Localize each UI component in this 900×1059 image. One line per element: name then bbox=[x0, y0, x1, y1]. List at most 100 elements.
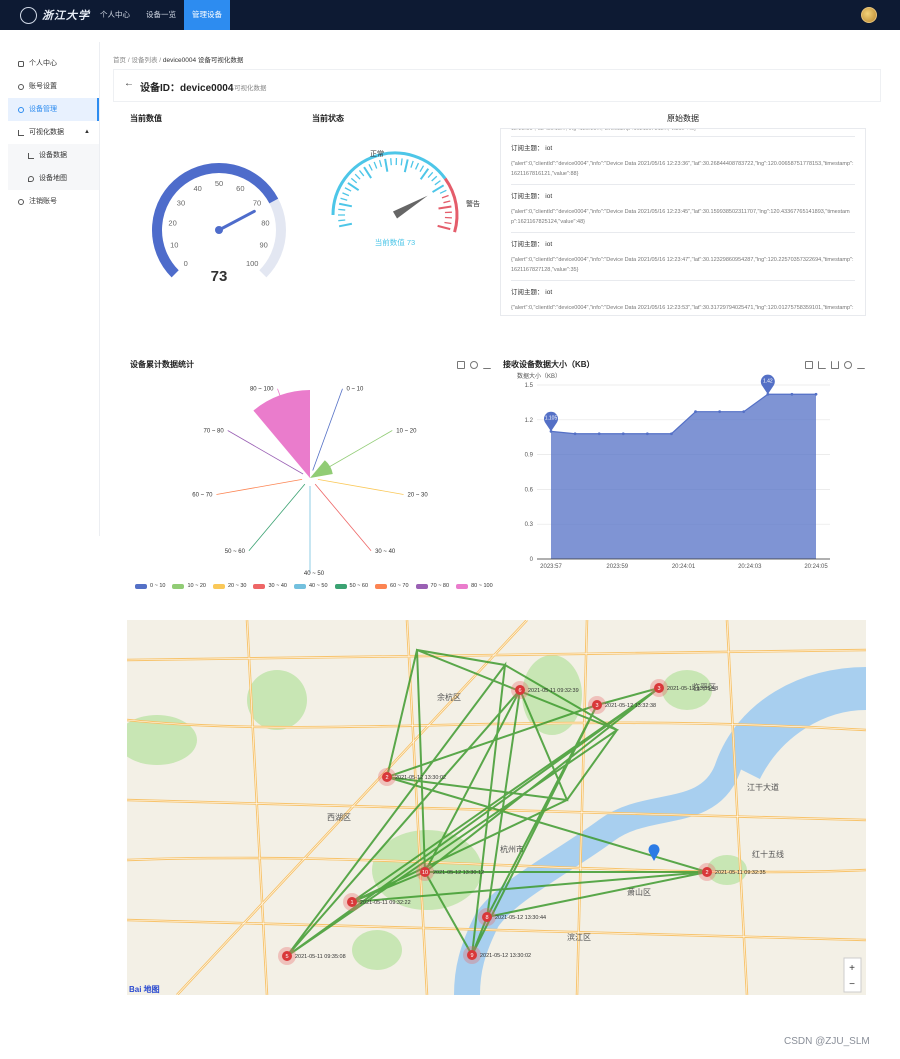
legend-item[interactable]: 50 ~ 60 bbox=[334, 583, 369, 589]
area-y-tick: 1.5 bbox=[525, 383, 534, 389]
back-arrow-icon[interactable]: ← bbox=[124, 78, 134, 89]
value-gauge: 0 10 20 30 40 50 60 70 80 90100 73 bbox=[152, 163, 286, 285]
legend-item[interactable]: 60 ~ 70 bbox=[375, 583, 409, 589]
sidebar-item-visual-data[interactable]: 可视化数据 ▲ bbox=[8, 121, 99, 144]
legend-swatch bbox=[294, 583, 306, 589]
area-point bbox=[597, 432, 601, 436]
gauge-tick-label: 90 bbox=[260, 241, 268, 250]
status-tick bbox=[438, 205, 452, 210]
breadcrumb-current: device0004 设备可视化数据 bbox=[162, 57, 244, 64]
legend-item[interactable]: 30 ~ 40 bbox=[253, 583, 287, 589]
status-tick bbox=[441, 194, 449, 199]
rose-toolbox bbox=[457, 361, 491, 369]
rose-label-line bbox=[216, 478, 303, 495]
page-title: 设备ID：device0004 bbox=[140, 83, 234, 94]
map-marker-count: 8 bbox=[485, 915, 488, 921]
rose-legend: 0 ~ 10 10 ~ 20 20 ~ 30 30 ~ 40 40 ~ 50 50 ~ 6… bbox=[135, 583, 493, 589]
map-place-label: 滨江区 bbox=[567, 932, 591, 942]
legend-item[interactable]: 0 ~ 10 bbox=[135, 583, 165, 589]
restore-icon[interactable] bbox=[470, 361, 478, 369]
breadcrumb-device-list[interactable]: 设备列表 bbox=[131, 57, 157, 64]
gauge-tick-label: 40 bbox=[193, 184, 201, 193]
rose-slice-label: 70 ~ 80 bbox=[204, 429, 225, 435]
sidebar-item-personal-center[interactable]: 个人中心 bbox=[8, 52, 99, 75]
legend-swatch bbox=[334, 583, 347, 589]
rose-slice bbox=[253, 390, 310, 478]
area-marker-label: 1.105 bbox=[545, 415, 558, 421]
legend-swatch bbox=[253, 583, 266, 589]
map-canvas[interactable]: 杭州市江干大道红十五线临平区萧山区滨江区西湖区余杭区1 2021-05-11 09… bbox=[127, 620, 866, 995]
legend-item[interactable]: 70 ~ 80 bbox=[415, 583, 450, 589]
chevron-up-icon: ▲ bbox=[84, 129, 90, 135]
map-logo: Bai 地图 bbox=[129, 984, 160, 994]
gauge-tick-label: 10 bbox=[170, 241, 178, 250]
status-tick bbox=[419, 165, 425, 173]
area-y-tick: 1.2 bbox=[525, 418, 534, 424]
map-marker-count: 3 bbox=[595, 703, 598, 709]
legend-swatch bbox=[172, 583, 185, 589]
sidebar-item-label: 设备数据 bbox=[39, 152, 67, 159]
sidebar-item-device-management[interactable]: 设备管理 bbox=[8, 98, 99, 121]
raw-topic: 订阅主题： iot bbox=[511, 145, 553, 152]
map-marker-count: 3 bbox=[657, 686, 660, 692]
nav-manage-devices[interactable]: 管理设备 bbox=[184, 0, 230, 30]
legend-item[interactable]: 20 ~ 30 bbox=[212, 583, 246, 589]
device-map[interactable]: 杭州市 江干大道 红十五线 临平区 萧山区 滨江区 西湖区 余杭区 1 2021-05-11 09… bbox=[127, 620, 866, 995]
sidebar-item-device-map[interactable]: 设备地图 bbox=[8, 167, 99, 190]
data-view-icon[interactable] bbox=[457, 361, 465, 369]
legend-item[interactable]: 40 ~ 50 bbox=[294, 583, 328, 589]
map-place-label: 江干大道 bbox=[747, 782, 779, 792]
status-tick bbox=[439, 189, 447, 194]
raw-data-title: 原始数据 bbox=[667, 114, 699, 123]
map-marker-count: 2 bbox=[385, 775, 388, 781]
gear-icon bbox=[18, 83, 24, 90]
user-avatar[interactable] bbox=[861, 7, 877, 23]
device-icon bbox=[18, 106, 24, 113]
legend-item[interactable]: 80 ~ 100 bbox=[456, 583, 493, 589]
breadcrumb-separator: / bbox=[159, 57, 162, 64]
raw-json: {"alert":0,"clientId":"device0004","info… bbox=[511, 305, 854, 311]
rose-chart-title: 设备累计数据统计 bbox=[130, 360, 194, 369]
raw-data-list[interactable]: 12:23:31","lat":30.18...,"lng":120.20...… bbox=[500, 128, 866, 316]
sidebar-item-logout[interactable]: 注销账号 bbox=[8, 190, 99, 213]
map-marker-count: 9 bbox=[470, 953, 473, 959]
status-tick bbox=[338, 208, 346, 211]
area-x-tick: 20:24:01 bbox=[672, 564, 696, 570]
sidebar-item-device-data[interactable]: 设备数据 bbox=[8, 144, 99, 167]
map-marker-label: 2021-05-11 09:32:22 bbox=[360, 900, 411, 906]
logo-text: 浙江大学 bbox=[42, 9, 90, 22]
breadcrumb-separator: / bbox=[127, 57, 130, 64]
nav-personal-center[interactable]: 个人中心 bbox=[92, 0, 138, 30]
sidebar-item-label: 可视化数据 bbox=[29, 129, 64, 136]
legend-label: 70 ~ 80 bbox=[430, 583, 450, 589]
legend-item[interactable]: 10 ~ 20 bbox=[172, 583, 206, 589]
legend-swatch bbox=[456, 583, 469, 589]
status-tick bbox=[354, 173, 361, 180]
status-tick bbox=[414, 162, 420, 170]
map-marker-count: 6 bbox=[518, 688, 521, 694]
rose-slice-label: 50 ~ 60 bbox=[225, 549, 246, 555]
legend-label: 50 ~ 60 bbox=[349, 583, 369, 589]
sidebar-item-account-settings[interactable]: 账号设置 bbox=[8, 75, 99, 98]
breadcrumb-home[interactable]: 首页 bbox=[113, 57, 126, 64]
nav-device-list[interactable]: 设备一览 bbox=[138, 0, 184, 30]
area-x-tick: 2023:57 bbox=[540, 564, 562, 570]
legend-label: 80 ~ 100 bbox=[471, 583, 493, 589]
area-x-tick: 20:24:03 bbox=[738, 564, 762, 570]
raw-data-entry: 订阅主题： iot {"alert":0,"clientId":"device0… bbox=[511, 233, 855, 281]
current-status-title: 当前状态 bbox=[312, 114, 344, 123]
rose-chart: 0 ~ 10 10 ~ 20 20 ~ 30 30 ~ 40 40 ~ 50 50 ~ 6… bbox=[192, 387, 428, 577]
sidebar-item-label: 个人中心 bbox=[29, 60, 57, 67]
status-gauge: 正常警告当前数值 73 bbox=[331, 149, 480, 247]
rose-label-line bbox=[314, 483, 372, 552]
download-icon[interactable] bbox=[483, 361, 491, 369]
map-place-label: 余杭区 bbox=[437, 692, 461, 702]
map-marker-label: 2021-05-12 13:30:02 bbox=[480, 953, 531, 959]
university-logo[interactable]: 浙江大学 bbox=[20, 6, 90, 24]
map-marker-label: 2021-05-12 13:32:38 bbox=[605, 703, 656, 709]
legend-label: 40 ~ 50 bbox=[309, 583, 328, 589]
map-park bbox=[352, 930, 402, 970]
area-y-tick: 0.9 bbox=[525, 453, 534, 459]
map-marker-label: 2021-05-12 13:30:02 bbox=[395, 775, 446, 781]
rose-slice-label: 40 ~ 50 bbox=[304, 571, 325, 577]
